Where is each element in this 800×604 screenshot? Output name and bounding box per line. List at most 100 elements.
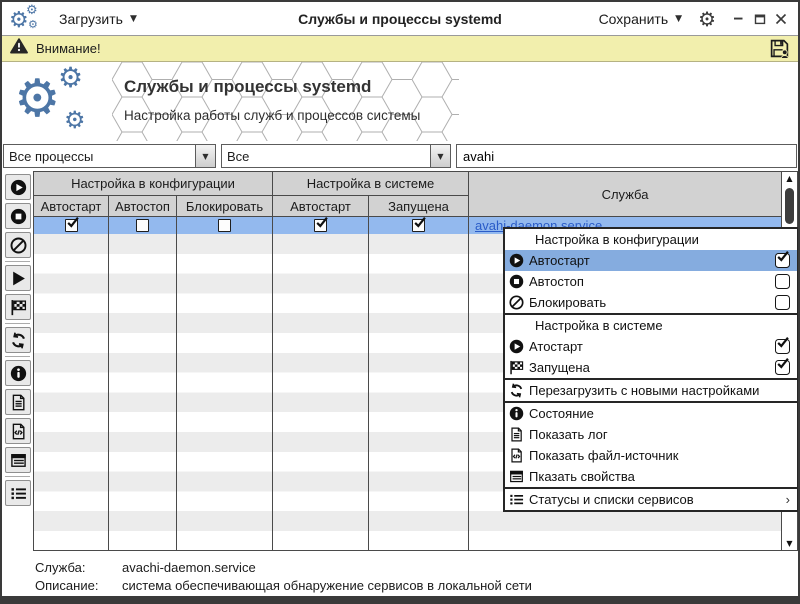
search-input[interactable] (456, 144, 797, 168)
page-subtitle: Настройка работы служб и процессов систе… (124, 108, 420, 123)
combo-dropdown-button[interactable]: ▼ (430, 145, 450, 167)
type-filter-value: Все (222, 145, 430, 167)
menu-item[interactable]: Показать файл-источник (505, 445, 797, 466)
left-toolbar (2, 171, 33, 551)
menu-item[interactable]: Перезагрузить с новыми настройками (505, 380, 797, 401)
menu-item[interactable]: Автостоп (505, 271, 797, 292)
column-header[interactable]: Автостарт (34, 196, 109, 216)
block-icon (10, 237, 27, 254)
column-header[interactable]: Автостоп (109, 196, 177, 216)
system-group-column: Настройка в системе Автостарт Запущена (273, 172, 469, 216)
column-header[interactable]: Автостарт (273, 196, 369, 216)
toolbar-separator (5, 261, 30, 262)
flag-icon (10, 299, 27, 316)
context-menu: Настройка в конфигурацииАвтостартАвтосто… (503, 227, 799, 512)
warning-triangle-icon (10, 38, 28, 59)
refresh-icon (10, 332, 27, 349)
toolbar-button-properties[interactable] (5, 447, 31, 473)
toolbar-button-info[interactable] (5, 360, 31, 386)
info-icon (10, 365, 27, 382)
toolbar-button-block[interactable] (5, 232, 31, 258)
flag-icon (508, 360, 524, 376)
info-icon (508, 406, 524, 422)
load-menu-button[interactable]: Загрузить ▼ (59, 11, 137, 27)
title-bar: ⚙ ⚙ ⚙ Загрузить ▼ Службы и процессы syst… (2, 2, 798, 36)
warning-label: Внимание! (36, 41, 101, 56)
app-window: ⚙ ⚙ ⚙ Загрузить ▼ Службы и процессы syst… (0, 0, 800, 604)
chevron-down-icon: ▼ (130, 14, 137, 24)
scroll-down-button[interactable]: ▼ (782, 537, 797, 550)
process-filter-select[interactable]: Все процессы ▼ (3, 144, 216, 168)
row-checkbox[interactable] (218, 219, 231, 232)
row-checkbox[interactable] (136, 219, 149, 232)
menu-checkbox[interactable] (775, 274, 790, 289)
toolbar-button-log[interactable] (5, 389, 31, 415)
service-label: Служба: (35, 560, 122, 575)
play-circle-icon (508, 253, 524, 269)
properties-icon (508, 469, 524, 485)
toolbar-button-list[interactable] (5, 480, 31, 506)
triangle-up-icon: ▲ (786, 175, 792, 183)
save-menu-label: Сохранить (599, 11, 669, 27)
row-checkbox[interactable] (65, 219, 78, 232)
menu-item[interactable]: Автостарт (505, 250, 797, 271)
log-icon (10, 394, 27, 411)
maximize-button[interactable] (753, 12, 767, 26)
refresh-icon (508, 383, 524, 399)
log-icon (508, 427, 524, 443)
menu-item[interactable]: Блокировать (505, 292, 797, 313)
row-checkbox[interactable] (314, 219, 327, 232)
menu-checkbox[interactable] (775, 360, 790, 375)
scroll-up-button[interactable]: ▲ (782, 172, 797, 185)
column-header[interactable]: Блокировать (177, 196, 272, 216)
start-icon (10, 270, 27, 287)
toolbar-separator (5, 356, 30, 357)
load-menu-label: Загрузить (59, 11, 123, 27)
column-header[interactable]: Запущена (369, 196, 468, 216)
toolbar-button-start[interactable] (5, 265, 31, 291)
chevron-down-icon: ▼ (437, 152, 443, 161)
config-group-header: Настройка в конфигурации (34, 172, 272, 196)
toolbar-button-source[interactable] (5, 418, 31, 444)
stop-circle-icon (10, 208, 27, 225)
settings-gear-icon[interactable]: ⚙ (698, 9, 716, 29)
combo-dropdown-button[interactable]: ▼ (195, 145, 215, 167)
service-value: avachi-daemon.service (122, 560, 256, 575)
minimize-button[interactable] (732, 12, 746, 26)
menu-checkbox[interactable] (775, 295, 790, 310)
type-filter-select[interactable]: Все ▼ (221, 144, 451, 168)
play-circle-icon (508, 339, 524, 355)
toolbar-button-flag[interactable] (5, 294, 31, 320)
toolbar-separator (5, 323, 30, 324)
menu-item[interactable]: Показать лог (505, 424, 797, 445)
menu-checkbox[interactable] (775, 253, 790, 268)
submenu-arrow-icon: › (786, 492, 790, 507)
save-menu-button[interactable]: Сохранить ▼ (599, 11, 683, 27)
menu-section-header: Настройка в системе (505, 315, 797, 336)
system-group-header: Настройка в системе (273, 172, 468, 196)
menu-item[interactable]: Состояние (505, 403, 797, 424)
menu-checkbox[interactable] (775, 339, 790, 354)
scrollbar-thumb[interactable] (785, 188, 794, 224)
config-group-column: Настройка в конфигурации Автостарт Автос… (34, 172, 273, 216)
row-checkbox[interactable] (412, 219, 425, 232)
save-as-floppy-icon[interactable] (769, 38, 790, 59)
menu-item[interactable]: Статусы и списки сервисов› (505, 489, 797, 510)
app-gears-icon: ⚙ ⚙ ⚙ (9, 4, 45, 34)
stop-circle-icon (508, 274, 524, 290)
play-circle-icon (10, 179, 27, 196)
description-label: Описание: (35, 578, 122, 593)
menu-item[interactable]: Пказать свойства (505, 466, 797, 487)
service-column-header[interactable]: Служба (469, 172, 781, 216)
menu-item[interactable]: Атостарт (505, 336, 797, 357)
toolbar-button-stop-circle[interactable] (5, 203, 31, 229)
menu-item[interactable]: Запущена (505, 357, 797, 378)
list-icon (508, 492, 524, 508)
close-button[interactable] (774, 12, 788, 26)
page-title: Службы и процессы systemd (124, 77, 420, 97)
list-icon (10, 485, 27, 502)
toolbar-button-play-circle[interactable] (5, 174, 31, 200)
process-filter-value: Все процессы (4, 145, 195, 167)
properties-icon (10, 452, 27, 469)
toolbar-button-refresh[interactable] (5, 327, 31, 353)
